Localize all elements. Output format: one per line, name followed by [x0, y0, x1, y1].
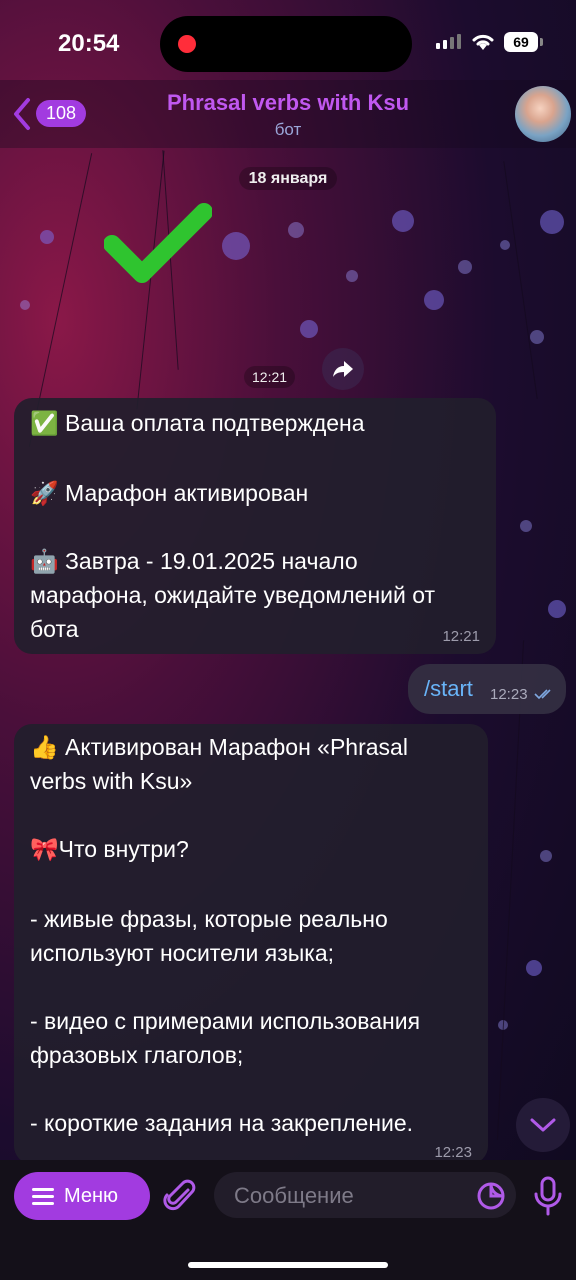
avatar[interactable] — [515, 86, 571, 142]
attach-clip-icon[interactable] — [162, 1178, 198, 1214]
message-field[interactable] — [214, 1172, 516, 1220]
home-indicator — [188, 1262, 388, 1268]
chat-subtitle: бот — [274, 120, 302, 139]
message-line: бота — [30, 616, 79, 642]
message-time: 12:23 — [434, 1144, 472, 1161]
clock: 20:54 — [58, 30, 120, 57]
incoming-message[interactable]: 👍 Активирован Марафон «Phrasal verbs wit… — [14, 724, 488, 1164]
recording-indicator — [178, 35, 196, 53]
message-time: 12:21 — [442, 628, 480, 645]
signal-icon — [436, 34, 461, 49]
message-line: фразовых глаголов; — [30, 1042, 244, 1068]
message-line: марафона, ожидайте уведомлений от — [30, 582, 436, 608]
microphone-icon[interactable] — [530, 1176, 566, 1216]
sticker-time: 12:21 — [244, 366, 296, 388]
message-line: используют носители языка; — [30, 940, 335, 966]
message-time: 12:23 — [490, 686, 528, 703]
chevron-down-icon — [530, 1118, 556, 1132]
message-line: - короткие задания на закрепление. — [30, 1110, 414, 1136]
message-line: 🚀 Марафон активирован — [30, 480, 309, 506]
date-separator: 18 января — [0, 167, 576, 190]
menu-button[interactable]: Меню — [14, 1172, 150, 1220]
status-bar: 20:54 69 — [0, 0, 576, 88]
message-line: ✅ Ваша оплата подтверждена — [30, 410, 365, 436]
date-label: 18 января — [238, 167, 338, 190]
menu-icon — [32, 1188, 54, 1205]
forward-icon — [333, 361, 353, 377]
menu-label: Меню — [64, 1184, 119, 1207]
read-ticks-icon — [534, 689, 551, 700]
check-sticker-icon[interactable] — [104, 200, 212, 284]
outgoing-message[interactable]: /start 12:23 — [408, 664, 566, 714]
input-bar: Меню — [0, 1160, 576, 1280]
message-line: - видео с примерами использования — [30, 1008, 421, 1034]
dynamic-island — [160, 16, 412, 72]
message-line: - живые фразы, которые реально — [30, 906, 388, 932]
forward-button[interactable] — [322, 348, 364, 390]
battery-indicator: 69 — [504, 32, 538, 52]
wifi-icon — [472, 34, 494, 50]
chat-header: 108 Phrasal verbs with Ksu бот — [0, 80, 576, 148]
message-line: 👍 Активирован Марафон «Phrasal — [30, 734, 408, 760]
scroll-down-button[interactable] — [516, 1098, 570, 1152]
incoming-message[interactable]: ✅ Ваша оплата подтверждена 🚀 Марафон акт… — [14, 398, 496, 654]
sticker-icon[interactable] — [476, 1181, 506, 1211]
message-line: 🎀Что внутри? — [30, 836, 189, 862]
chat-title[interactable]: Phrasal verbs with Ksu — [0, 90, 576, 116]
command-link[interactable]: /start — [424, 676, 473, 702]
message-input[interactable] — [232, 1172, 466, 1220]
message-line: verbs with Ksu» — [30, 768, 193, 794]
message-line: 🤖 Завтра - 19.01.2025 начало — [30, 548, 358, 574]
